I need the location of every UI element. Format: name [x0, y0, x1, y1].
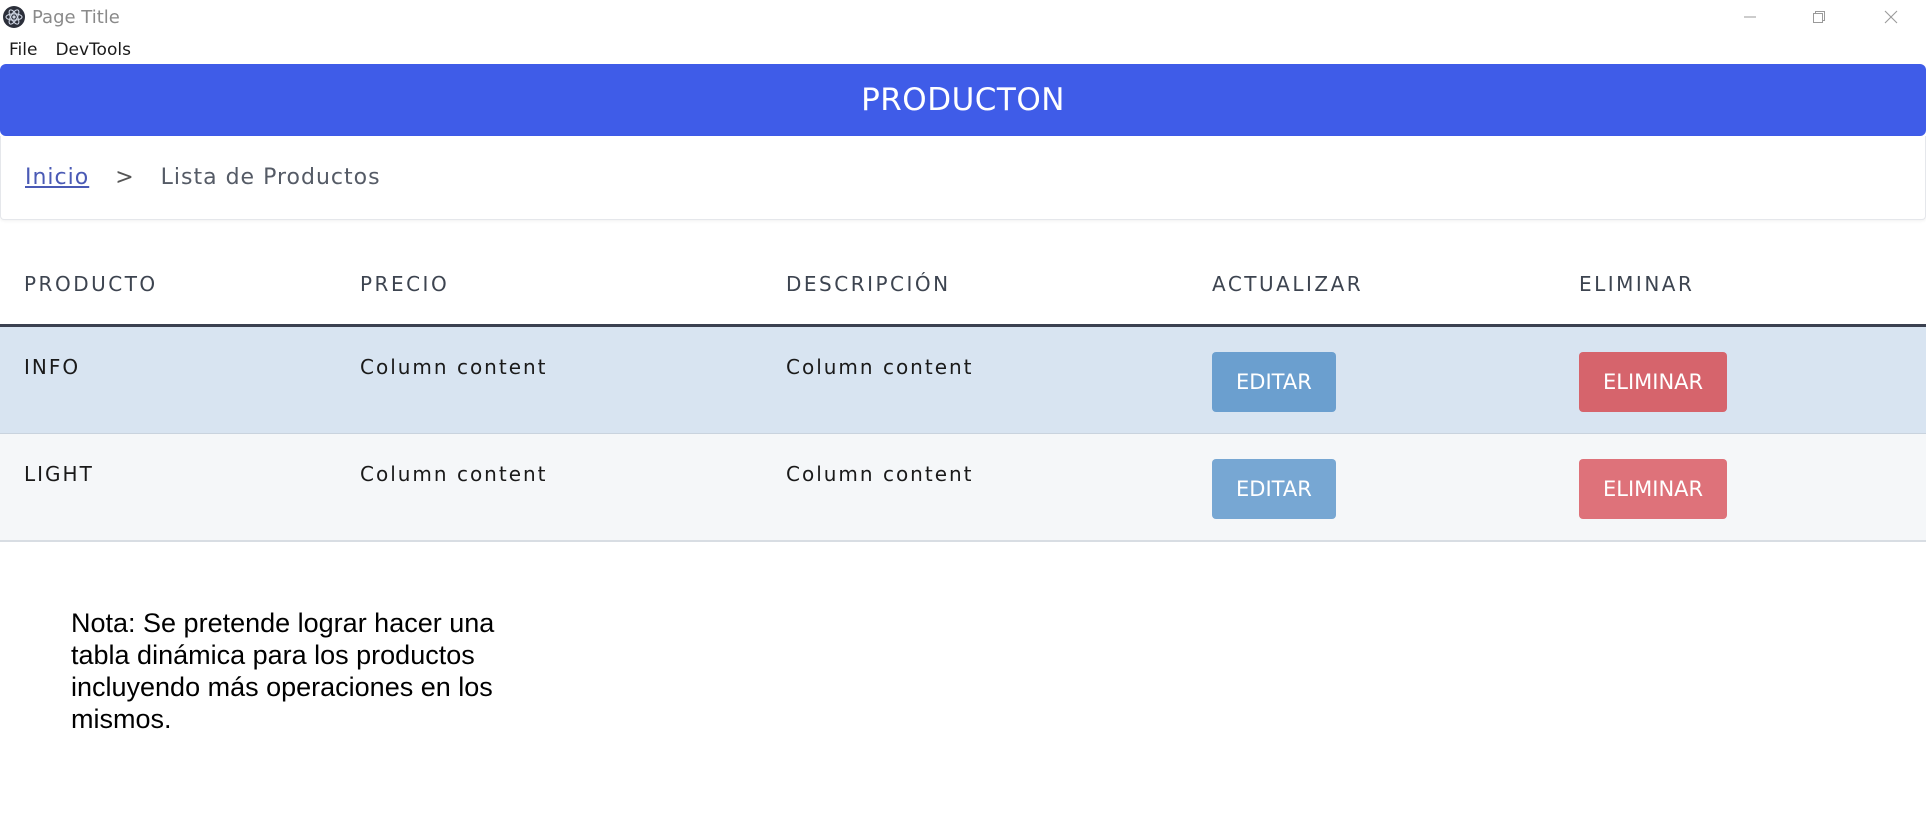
cell-eliminar: ELIMINAR: [1555, 433, 1926, 542]
column-header-actualizar: ACTUALIZAR: [1188, 245, 1555, 327]
column-header-eliminar: ELIMINAR: [1555, 245, 1926, 327]
note-text: Nota: Se pretende lograr hacer una tabla…: [71, 608, 495, 734]
table-header-row: PRODUCTO PRECIO DESCRIPCIÓN ACTUALIZAR E…: [0, 245, 1926, 327]
breadcrumb-separator: >: [115, 165, 135, 190]
column-header-producto: PRODUCTO: [0, 245, 336, 327]
restore-button[interactable]: [1784, 0, 1854, 34]
window-title: Page Title: [32, 7, 120, 28]
cell-descripcion: Column content: [762, 433, 1188, 542]
cell-producto: LIGHT: [0, 433, 336, 542]
menu-devtools[interactable]: DevTools: [46, 40, 140, 60]
products-table-container: PRODUCTO PRECIO DESCRIPCIÓN ACTUALIZAR E…: [0, 245, 1926, 542]
minimize-button[interactable]: [1715, 0, 1785, 34]
cell-producto: INFO: [0, 325, 336, 434]
products-table: PRODUCTO PRECIO DESCRIPCIÓN ACTUALIZAR E…: [0, 245, 1926, 542]
table-row: LIGHT Column content Column content EDIT…: [0, 433, 1926, 542]
close-button[interactable]: [1856, 0, 1926, 34]
window-titlebar: Page Title: [0, 0, 1926, 36]
cell-actualizar: EDITAR: [1188, 433, 1555, 542]
cell-descripcion: Column content: [762, 325, 1188, 434]
edit-button[interactable]: EDITAR: [1212, 351, 1336, 412]
breadcrumb: Inicio > Lista de Productos: [0, 136, 1926, 220]
column-header-descripcion: DESCRIPCIÓN: [762, 245, 1188, 327]
restore-icon: [1813, 11, 1825, 23]
cell-eliminar: ELIMINAR: [1555, 325, 1926, 434]
cell-precio: Column content: [336, 433, 762, 542]
cell-precio: Column content: [336, 325, 762, 434]
app-title: PRODUCTON: [861, 82, 1065, 118]
edit-button[interactable]: EDITAR: [1212, 458, 1336, 519]
column-header-precio: PRECIO: [336, 245, 762, 327]
delete-button[interactable]: ELIMINAR: [1579, 351, 1728, 412]
minimize-icon: [1744, 16, 1756, 18]
electron-app-icon: [3, 6, 25, 28]
menu-file[interactable]: File: [0, 40, 46, 60]
menubar: File DevTools: [0, 36, 1926, 64]
breadcrumb-current: Lista de Productos: [160, 165, 381, 190]
delete-button[interactable]: ELIMINAR: [1579, 458, 1728, 519]
breadcrumb-home-link[interactable]: Inicio: [25, 165, 89, 190]
table-row: INFO Column content Column content EDITA…: [0, 325, 1926, 434]
app-header: PRODUCTON: [0, 64, 1926, 136]
cell-actualizar: EDITAR: [1188, 325, 1555, 434]
close-icon: [1884, 10, 1898, 24]
